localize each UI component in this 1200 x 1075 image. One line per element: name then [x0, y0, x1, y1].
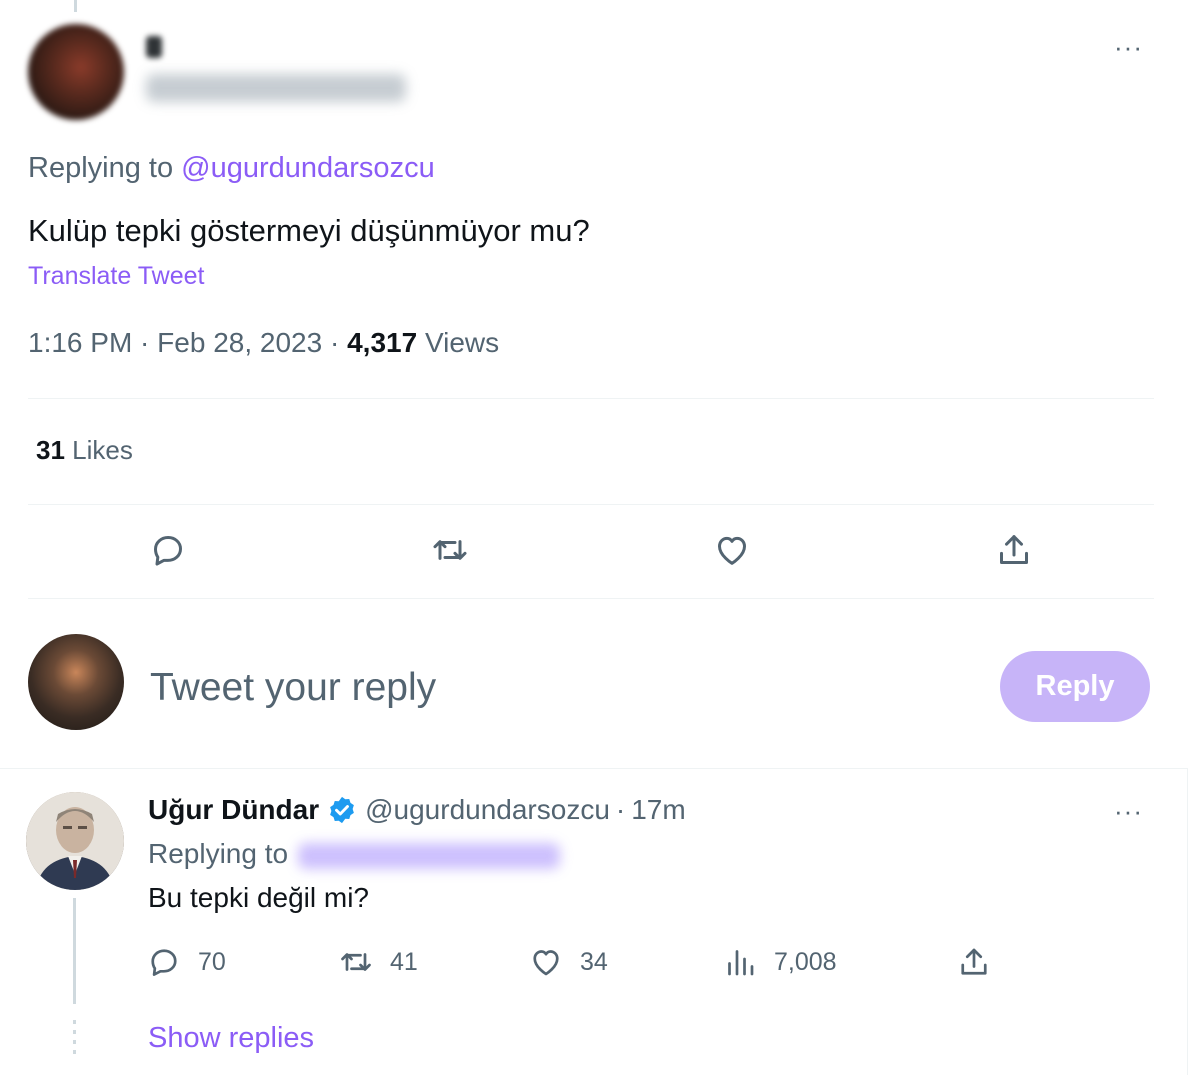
separator: ·	[615, 794, 626, 825]
reply-user-name[interactable]: Uğur Dündar	[148, 794, 319, 826]
translate-tweet-link[interactable]: Translate Tweet	[28, 262, 204, 291]
avatar[interactable]	[28, 24, 124, 120]
likes-label: Likes	[72, 435, 133, 465]
likes-summary[interactable]: 31 Likes	[36, 435, 133, 466]
my-avatar[interactable]	[28, 634, 124, 730]
replying-to-line: Replying to @ugurdundarsozcu	[28, 152, 435, 185]
tweet-time[interactable]: 1:16 PM	[28, 327, 132, 358]
likes-count: 31	[36, 435, 65, 465]
reply-replying-to: Replying to	[148, 838, 560, 870]
reply-icon[interactable]	[146, 528, 190, 572]
thread-line	[74, 0, 77, 12]
user-handle-blurred[interactable]	[146, 74, 406, 102]
thread-line	[73, 898, 76, 1004]
divider	[28, 598, 1154, 599]
thread-dots	[73, 1020, 76, 1060]
reply-stat-views[interactable]: 7,008	[722, 944, 837, 980]
reply-button[interactable]: Reply	[1000, 651, 1150, 722]
verified-badge-icon	[330, 796, 354, 824]
share-icon	[961, 948, 987, 975]
reply-stat-retweets[interactable]: 41	[338, 944, 418, 980]
divider	[28, 504, 1154, 505]
retweet-icon	[341, 953, 371, 971]
retweets-count: 41	[390, 947, 418, 976]
user-name-blurred[interactable]	[146, 36, 162, 58]
reply-stat-likes[interactable]: 34	[528, 944, 608, 980]
reply-stat-share[interactable]	[956, 944, 992, 980]
reply-more-options-button[interactable]: ···	[1114, 796, 1143, 827]
views-label: Views	[424, 327, 500, 358]
tweet-text: Kulüp tepki göstermeyi düşünmüyor mu?	[28, 213, 590, 248]
portrait-illustration	[26, 792, 124, 890]
views-count: 4,317	[347, 327, 418, 358]
like-icon	[533, 950, 559, 976]
tweet-meta: 1:16 PM · Feb 28, 2023 · 4,317 Views	[28, 327, 500, 358]
reply-user-handle[interactable]: @ugurdundarsozcu	[365, 794, 610, 826]
divider	[28, 398, 1154, 399]
replying-to-mention-blurred[interactable]	[297, 842, 560, 869]
show-replies-link[interactable]: Show replies	[148, 1022, 314, 1055]
reply-text: Bu tepki değil mi?	[148, 882, 370, 913]
reply-header: Uğur Dündar @ugurdundarsozcu · 17m	[148, 794, 686, 826]
share-icon[interactable]	[992, 528, 1036, 572]
replying-to-prefix: Replying to	[28, 152, 182, 184]
like-icon[interactable]	[710, 528, 754, 572]
views-count: 7,008	[774, 947, 837, 976]
reply-stat-replies[interactable]: 70	[146, 944, 226, 980]
replies-count: 70	[198, 947, 226, 976]
replying-to-prefix: Replying to	[148, 838, 289, 869]
reply-avatar[interactable]	[26, 792, 124, 890]
reply-icon	[151, 949, 177, 976]
more-options-button[interactable]: ···	[1114, 32, 1143, 63]
views-icon	[728, 950, 754, 976]
likes-count: 34	[580, 947, 608, 976]
replying-to-mention[interactable]: @ugurdundarsozcu	[181, 152, 435, 184]
reply-time[interactable]: 17m	[631, 794, 685, 826]
tweet-reply-input[interactable]	[150, 660, 950, 716]
retweet-icon[interactable]	[428, 528, 472, 572]
tweet-date[interactable]: Feb 28, 2023	[157, 327, 322, 358]
